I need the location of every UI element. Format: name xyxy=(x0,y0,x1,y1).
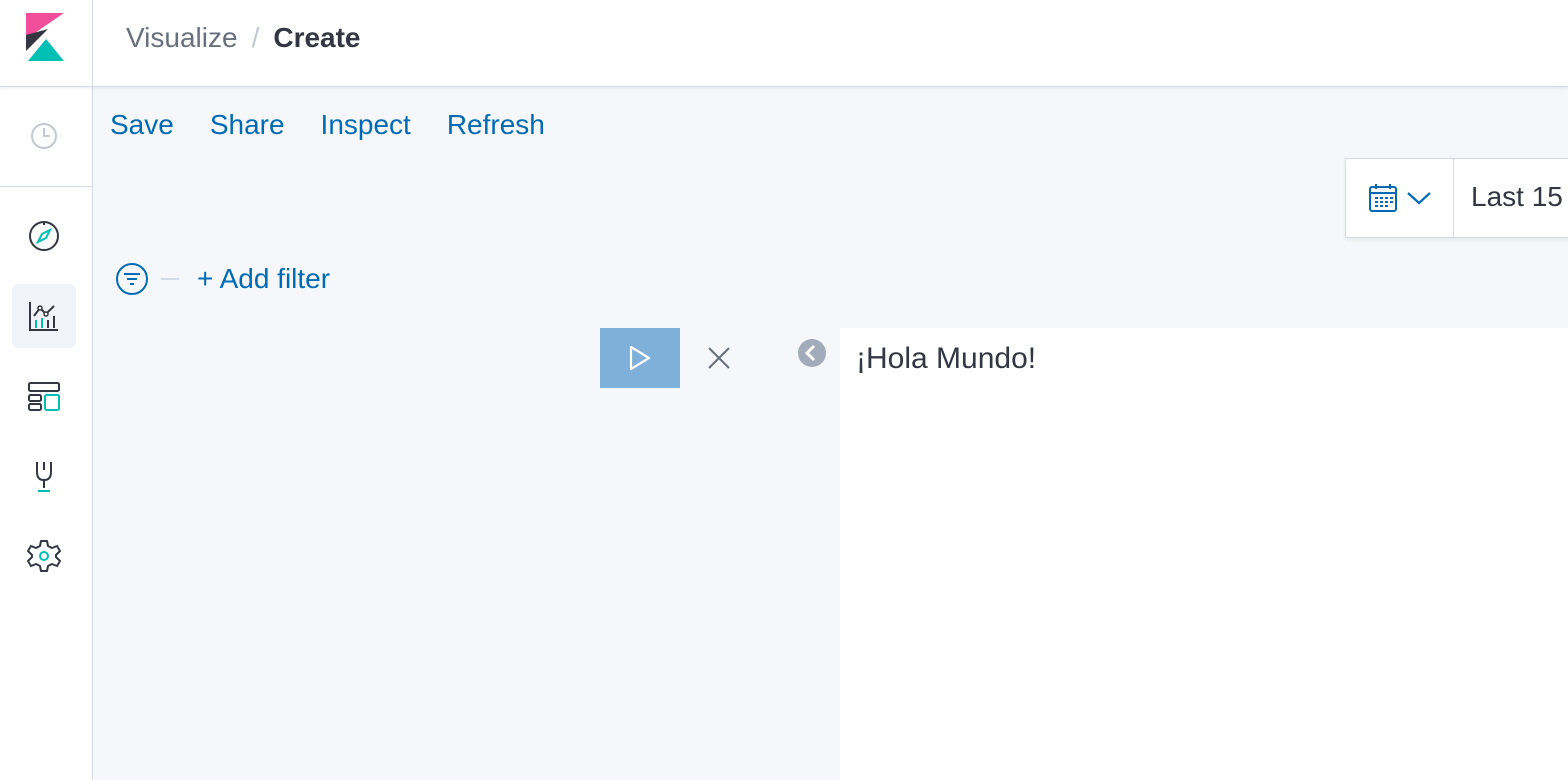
clock-icon xyxy=(31,123,57,149)
refresh-button[interactable]: Refresh xyxy=(447,109,545,141)
save-button[interactable]: Save xyxy=(110,109,174,141)
recently-viewed-button[interactable] xyxy=(12,104,76,168)
calendar-icon xyxy=(1368,184,1397,212)
arrow-left-circle-icon xyxy=(798,339,826,367)
filter-icon xyxy=(116,263,148,295)
dashboard-icon xyxy=(28,382,60,411)
inspect-button[interactable]: Inspect xyxy=(321,109,411,141)
sidebar-item-management[interactable] xyxy=(12,524,76,588)
editor-sidebar xyxy=(93,328,760,780)
recently-viewed xyxy=(0,86,92,187)
breadcrumb-visualize[interactable]: Visualize xyxy=(126,22,238,54)
collapse-sidebar-button[interactable] xyxy=(797,338,827,368)
top-header: Visualize / Create xyxy=(0,0,1568,87)
breadcrumb-separator: / xyxy=(251,22,260,53)
share-button[interactable]: Share xyxy=(210,109,285,141)
breadcrumb: Visualize / Create xyxy=(126,20,361,56)
date-picker: Last 15 xyxy=(1345,158,1568,238)
chevron-down-icon xyxy=(1406,192,1431,205)
main-content: Save Share Inspect Refresh Last 15 + Add… xyxy=(93,87,1568,780)
date-range-value[interactable]: Last 15 xyxy=(1471,181,1563,213)
wrench-icon xyxy=(36,462,52,492)
filter-options-button[interactable] xyxy=(115,262,149,296)
sidebar-item-dashboard[interactable] xyxy=(12,364,76,428)
breadcrumb-current: Create xyxy=(273,22,361,53)
kibana-logo-icon[interactable] xyxy=(26,13,64,61)
logo-area[interactable] xyxy=(0,0,93,86)
sidebar-item-dev-tools[interactable] xyxy=(12,444,76,508)
visualize-icon xyxy=(29,302,58,331)
discard-changes-button[interactable] xyxy=(703,342,735,374)
visualization-canvas: ¡Hola Mundo! xyxy=(840,328,1568,780)
apply-changes-button[interactable] xyxy=(600,328,680,388)
close-icon xyxy=(708,347,730,369)
side-nav xyxy=(0,86,93,780)
filter-bar: + Add filter xyxy=(115,261,330,297)
gear-icon xyxy=(27,540,61,572)
add-filter-button[interactable]: + Add filter xyxy=(197,263,330,295)
sidebar-item-discover[interactable] xyxy=(12,204,76,268)
compass-icon xyxy=(29,221,59,251)
filter-divider xyxy=(161,278,179,280)
sidebar-item-visualize[interactable] xyxy=(12,284,76,348)
markdown-text: ¡Hola Mundo! xyxy=(856,342,1037,375)
top-nav-menu: Save Share Inspect Refresh xyxy=(110,109,581,141)
quick-select-button[interactable] xyxy=(1346,159,1454,237)
play-icon xyxy=(629,345,651,371)
